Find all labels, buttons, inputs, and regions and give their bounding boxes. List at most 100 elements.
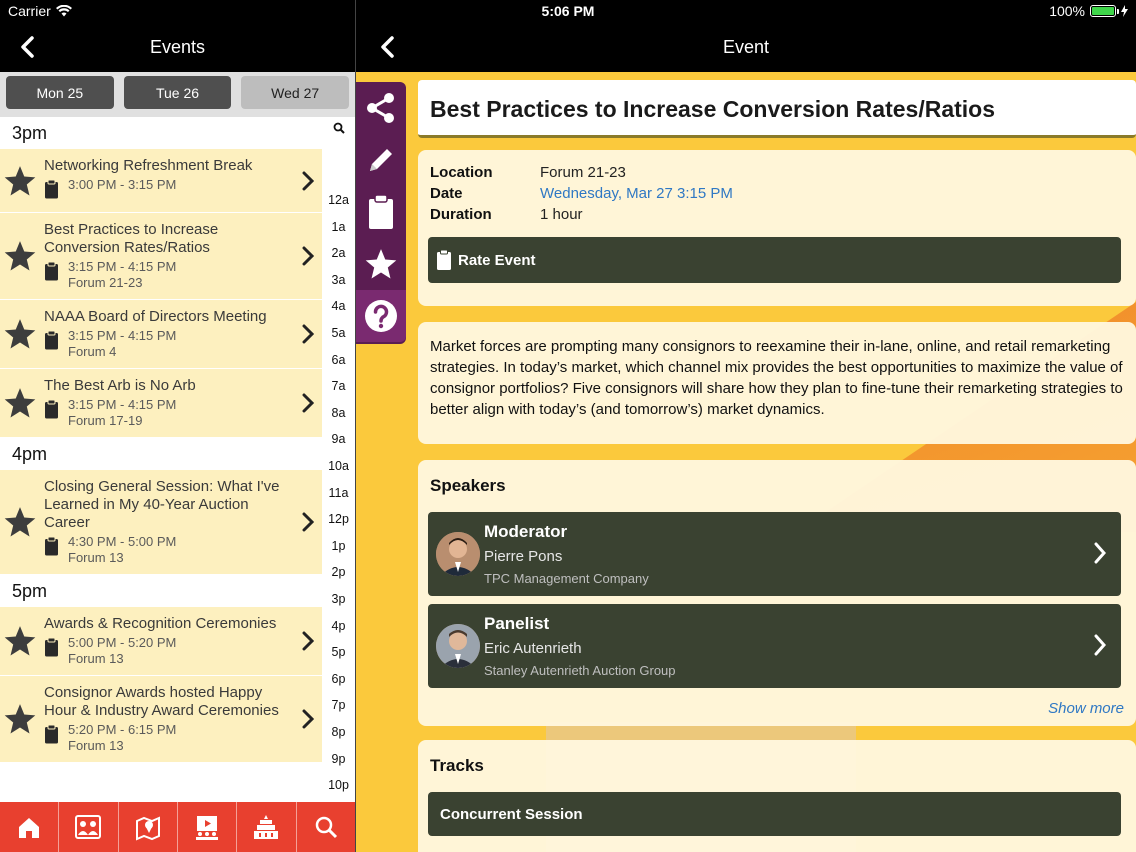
favorite-toggle[interactable] bbox=[0, 239, 40, 273]
event-location: Forum 13 bbox=[68, 738, 124, 753]
share-icon bbox=[367, 93, 394, 123]
help-button[interactable] bbox=[356, 290, 406, 342]
time-index-item[interactable]: 10a bbox=[322, 459, 355, 473]
event-title: Networking Refreshment Break bbox=[44, 157, 253, 174]
hour-header: 3pm bbox=[0, 117, 322, 149]
day-tab-0[interactable]: Mon 25 bbox=[6, 76, 114, 109]
event-body: Networking Refreshment Break 3:00 PM - 3:… bbox=[40, 157, 294, 204]
favorite-toggle[interactable] bbox=[0, 386, 40, 420]
notes-button[interactable] bbox=[356, 134, 406, 186]
event-row[interactable]: Consignor Awards hosted Happy Hour & Ind… bbox=[0, 676, 322, 763]
time-index-item[interactable]: 4a bbox=[322, 299, 355, 313]
star-icon[interactable] bbox=[3, 505, 37, 539]
time-index-item[interactable]: 8p bbox=[322, 725, 355, 739]
event-meta-lines: 3:00 PM - 3:15 PM bbox=[68, 177, 176, 193]
rate-event-button[interactable]: Rate Event bbox=[428, 237, 1121, 283]
time-index-item[interactable]: 12a bbox=[322, 193, 355, 207]
time-index-item[interactable]: 4p bbox=[322, 619, 355, 633]
speaker-name: Eric Autenrieth bbox=[484, 640, 582, 657]
event-meta-lines: 5:00 PM - 5:20 PM Forum 13 bbox=[68, 635, 176, 667]
time-index-item[interactable]: 5p bbox=[322, 645, 355, 659]
chevron-right-icon bbox=[302, 246, 314, 266]
info-row-date: Date Wednesday, Mar 27 3:15 PM bbox=[430, 183, 733, 204]
favorite-toggle[interactable] bbox=[0, 624, 40, 658]
tab-search[interactable] bbox=[297, 802, 355, 852]
event-row[interactable]: Best Practices to Increase Conversion Ra… bbox=[0, 213, 322, 300]
star-icon[interactable] bbox=[3, 164, 37, 198]
event-title-card: Best Practices to Increase Conversion Ra… bbox=[418, 80, 1136, 138]
event-time: 5:20 PM - 6:15 PM bbox=[68, 722, 177, 737]
time-index-item[interactable]: 6p bbox=[322, 672, 355, 686]
clip-wrap bbox=[44, 328, 68, 355]
clip-wrap bbox=[44, 635, 68, 662]
clipboard-icon bbox=[45, 637, 58, 657]
time-index-item[interactable]: 1p bbox=[322, 539, 355, 553]
star-icon[interactable] bbox=[3, 317, 37, 351]
tracks-card: Tracks Concurrent Session bbox=[418, 740, 1136, 852]
favorite-toggle[interactable] bbox=[0, 702, 40, 736]
event-row[interactable]: Networking Refreshment Break 3:00 PM - 3:… bbox=[0, 149, 322, 213]
time-index-item[interactable]: 11a bbox=[322, 486, 355, 500]
event-row[interactable]: The Best Arb is No Arb 3:15 PM - 4:15 PM F… bbox=[0, 369, 322, 438]
speaker-row[interactable]: Panelist Eric Autenrieth Stanley Autenri… bbox=[428, 604, 1121, 688]
show-more-link[interactable]: Show more bbox=[1048, 700, 1124, 717]
star-icon[interactable] bbox=[3, 239, 37, 273]
chevron-right-icon bbox=[302, 631, 314, 651]
star-icon[interactable] bbox=[3, 386, 37, 420]
star-icon[interactable] bbox=[3, 702, 37, 736]
track-item[interactable]: Concurrent Session bbox=[428, 792, 1121, 836]
tab-exhibitors[interactable] bbox=[178, 802, 238, 852]
time-index-item[interactable]: 9a bbox=[322, 432, 355, 446]
location-value: Forum 21-23 bbox=[540, 164, 626, 181]
date-value[interactable]: Wednesday, Mar 27 3:15 PM bbox=[540, 185, 733, 202]
time-index-item[interactable]: 12p bbox=[322, 512, 355, 526]
info-row-duration: Duration 1 hour bbox=[430, 204, 733, 225]
day-tab-2[interactable]: Wed 27 bbox=[241, 76, 350, 109]
clipboard-icon bbox=[369, 194, 393, 229]
event-chevron bbox=[294, 246, 322, 266]
time-index-item[interactable]: 7p bbox=[322, 698, 355, 712]
speaker-company: Stanley Autenrieth Auction Group bbox=[484, 663, 676, 678]
time-index-item[interactable]: 9p bbox=[322, 752, 355, 766]
event-title: The Best Arb is No Arb bbox=[44, 377, 196, 394]
search-icon[interactable] bbox=[333, 122, 345, 134]
time-index[interactable]: 12a 1a 2a 3a 4a 5a 6a 7a 8a 9a 10a 11a 12p 1p 2p 3p 4p 5p… bbox=[322, 117, 355, 802]
event-row[interactable]: NAAA Board of Directors Meeting 3:15 PM -… bbox=[0, 300, 322, 369]
time-index-item[interactable]: 1a bbox=[322, 220, 355, 234]
favorite-toggle[interactable] bbox=[0, 164, 40, 198]
speaker-row[interactable]: Moderator Pierre Pons TPC Management Com… bbox=[428, 512, 1121, 596]
event-row[interactable]: Closing General Session: What I've Learn… bbox=[0, 470, 322, 575]
chevron-right-icon bbox=[302, 512, 314, 532]
tab-home[interactable] bbox=[0, 802, 60, 852]
time-index-item[interactable]: 8a bbox=[322, 406, 355, 420]
home-icon bbox=[19, 818, 40, 838]
events-list[interactable]: 3pm Networking Refreshment Break 3:00 PM -… bbox=[0, 117, 322, 802]
favorite-toggle[interactable] bbox=[0, 505, 40, 539]
tab-venue[interactable] bbox=[237, 802, 297, 852]
event-body: Closing General Session: What I've Learn… bbox=[40, 478, 294, 566]
time-index-item[interactable]: 10p bbox=[322, 778, 355, 792]
event-row[interactable]: Awards & Recognition Ceremonies 5:00 PM -… bbox=[0, 607, 322, 676]
schedule-button[interactable] bbox=[356, 186, 406, 238]
tab-people[interactable] bbox=[59, 802, 119, 852]
event-nav-bar: Event bbox=[356, 22, 1136, 72]
share-button[interactable] bbox=[356, 82, 406, 134]
time-index-item[interactable]: 3a bbox=[322, 273, 355, 287]
presentation-icon bbox=[196, 816, 219, 840]
status-bar: Carrier 5:06 PM 100% bbox=[0, 0, 1136, 22]
time-index-item[interactable]: 3p bbox=[322, 592, 355, 606]
track-label: Concurrent Session bbox=[440, 805, 583, 823]
event-title: Consignor Awards hosted Happy Hour & Ind… bbox=[44, 684, 279, 719]
pencil-icon bbox=[370, 149, 392, 171]
time-index-item[interactable]: 2p bbox=[322, 565, 355, 579]
time-index-item[interactable]: 2a bbox=[322, 246, 355, 260]
time-index-item[interactable]: 7a bbox=[322, 379, 355, 393]
favorite-button[interactable] bbox=[356, 238, 406, 290]
star-icon[interactable] bbox=[3, 624, 37, 658]
time-index-item[interactable]: 6a bbox=[322, 353, 355, 367]
favorite-toggle[interactable] bbox=[0, 317, 40, 351]
day-tab-1[interactable]: Tue 26 bbox=[123, 76, 232, 109]
chevron-right-icon bbox=[1094, 542, 1107, 564]
tab-map[interactable] bbox=[119, 802, 178, 852]
time-index-item[interactable]: 5a bbox=[322, 326, 355, 340]
